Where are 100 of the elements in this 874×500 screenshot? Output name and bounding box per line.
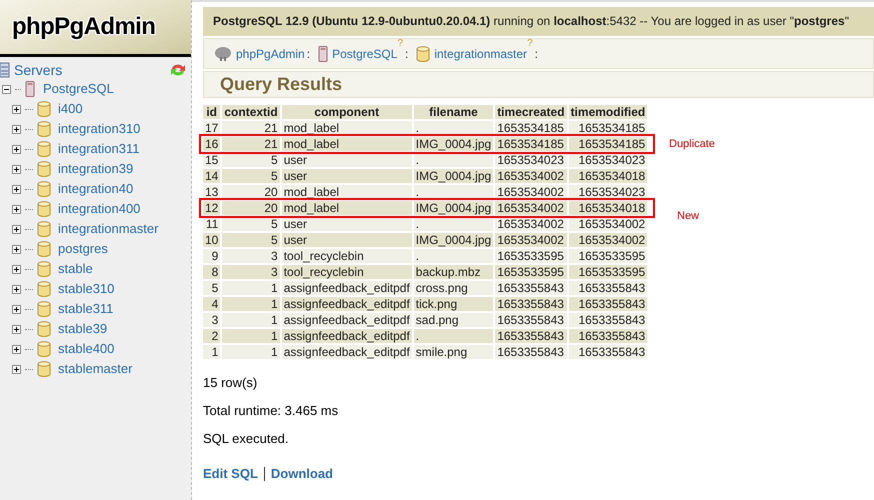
table-cell: 8	[203, 265, 220, 279]
table-cell: 13	[203, 185, 220, 199]
database-link[interactable]: i400	[58, 99, 83, 119]
table-cell: 1653534002	[495, 185, 567, 199]
expand-icon[interactable]	[12, 304, 21, 314]
breadcrumb-link[interactable]: phpPgAdmin	[236, 44, 305, 62]
table-cell: assignfeedback_editpdf	[282, 297, 412, 311]
table-cell: 1653533595	[568, 265, 648, 279]
table-cell: user	[282, 169, 412, 183]
table-cell: 14	[203, 169, 220, 183]
database-link[interactable]: integration400	[58, 199, 140, 219]
row-count: 15 row(s)	[203, 375, 258, 390]
table-cell: user	[282, 217, 412, 231]
expand-icon[interactable]	[12, 344, 21, 354]
table-cell: 1653534185	[495, 121, 567, 135]
table-cell: user	[282, 153, 412, 167]
collapse-icon[interactable]	[2, 84, 11, 94]
servers-link[interactable]: Servers	[14, 60, 62, 80]
database-link[interactable]: stable39	[58, 319, 108, 339]
database-link[interactable]: integration311	[58, 139, 140, 159]
refresh-icon[interactable]	[169, 62, 187, 78]
column-header[interactable]: timemodified	[568, 105, 648, 119]
table-cell: 1	[203, 345, 220, 359]
table-cell: tool_recyclebin	[282, 249, 412, 263]
table-cell: 1	[222, 297, 280, 311]
table-cell: 1653355843	[495, 281, 567, 295]
table-cell: 1	[222, 313, 280, 327]
expand-icon[interactable]	[12, 144, 21, 154]
table-cell: .	[414, 153, 494, 167]
annotation-label: Duplicate	[669, 137, 715, 151]
table-cell: 2	[203, 329, 220, 343]
expand-icon[interactable]	[12, 184, 21, 194]
table-cell: 5	[222, 153, 280, 167]
database-icon	[37, 241, 51, 257]
table-cell: 1653534002	[568, 217, 648, 231]
table-cell: 1	[222, 329, 280, 343]
server-link[interactable]: PostgreSQL	[43, 79, 114, 99]
table-cell: sad.png	[414, 313, 494, 327]
table-cell: 1653534002	[568, 233, 648, 247]
table-cell: backup.mbz	[414, 265, 494, 279]
table-cell: mod_label	[282, 121, 412, 135]
table-cell: tick.png	[414, 297, 494, 311]
database-icon	[37, 221, 51, 237]
table-cell: IMG_0004.jpg	[414, 169, 494, 183]
table-cell: .	[414, 121, 494, 135]
expand-icon[interactable]	[12, 364, 21, 374]
expand-icon[interactable]	[12, 104, 21, 114]
table-cell: 17	[203, 121, 220, 135]
server-info: PostgreSQL 12.9 (Ubuntu 12.9-0ubuntu0.20.04.1) running on localhost:5432 -- You are logged in as user "postgres"	[203, 7, 874, 36]
database-link[interactable]: stable	[58, 259, 93, 279]
column-header[interactable]: id	[203, 105, 220, 119]
database-link[interactable]: integration310	[58, 119, 140, 139]
database-icon	[37, 301, 51, 317]
database-icon	[37, 121, 51, 137]
expand-icon[interactable]	[12, 124, 21, 134]
table-cell: 5	[222, 233, 280, 247]
table-cell: mod_label	[282, 137, 412, 151]
database-link[interactable]: stable400	[58, 339, 114, 359]
database-link[interactable]: integration39	[58, 159, 134, 179]
database-link[interactable]: stablemaster	[58, 359, 132, 379]
table-cell: 1653534185	[568, 121, 648, 135]
table-cell: 5	[222, 217, 280, 231]
table-cell: assignfeedback_editpdf	[282, 329, 412, 343]
expand-icon[interactable]	[12, 164, 21, 174]
section-title: Query Results	[220, 73, 342, 96]
column-header[interactable]: component	[282, 105, 412, 119]
database-link[interactable]: stable310	[58, 279, 114, 299]
table-cell: IMG_0004.jpg	[414, 233, 494, 247]
database-link[interactable]: integration40	[58, 179, 134, 199]
breadcrumb-link[interactable]: integrationmaster	[434, 44, 528, 62]
action-link[interactable]: Edit SQL	[203, 466, 258, 481]
table-cell: 1653534018	[568, 201, 648, 215]
breadcrumb-link[interactable]: PostgreSQL	[332, 44, 398, 62]
logo-text[interactable]: phpPgAdmin	[12, 9, 156, 45]
expand-icon[interactable]	[12, 224, 21, 234]
table-cell: 1653534023	[495, 153, 567, 167]
expand-icon[interactable]	[12, 324, 21, 334]
database-link[interactable]: integrationmaster	[58, 219, 158, 239]
table-cell: 1653355843	[568, 329, 648, 343]
table-cell: 11	[203, 217, 220, 231]
expand-icon[interactable]	[12, 244, 21, 254]
column-header[interactable]: timecreated	[495, 105, 567, 119]
action-link[interactable]: Download	[270, 466, 333, 481]
table-cell: 3	[203, 313, 220, 327]
table-cell: tool_recyclebin	[282, 265, 412, 279]
database-link[interactable]: stable311	[58, 299, 114, 319]
column-header[interactable]: contextid	[222, 105, 280, 119]
database-icon	[37, 281, 51, 297]
expand-icon[interactable]	[12, 264, 21, 274]
table-cell: 9	[203, 249, 220, 263]
table-cell: 1653534002	[495, 217, 567, 231]
expand-icon[interactable]	[12, 284, 21, 294]
table-cell: 1653534002	[495, 201, 567, 215]
column-header[interactable]: filename	[414, 105, 494, 119]
table-cell: 1653355843	[495, 345, 567, 359]
table-cell: smile.png	[414, 345, 494, 359]
table-cell: user	[282, 233, 412, 247]
database-link[interactable]: postgres	[58, 239, 108, 259]
table-cell: 20	[222, 185, 280, 199]
expand-icon[interactable]	[12, 204, 21, 214]
